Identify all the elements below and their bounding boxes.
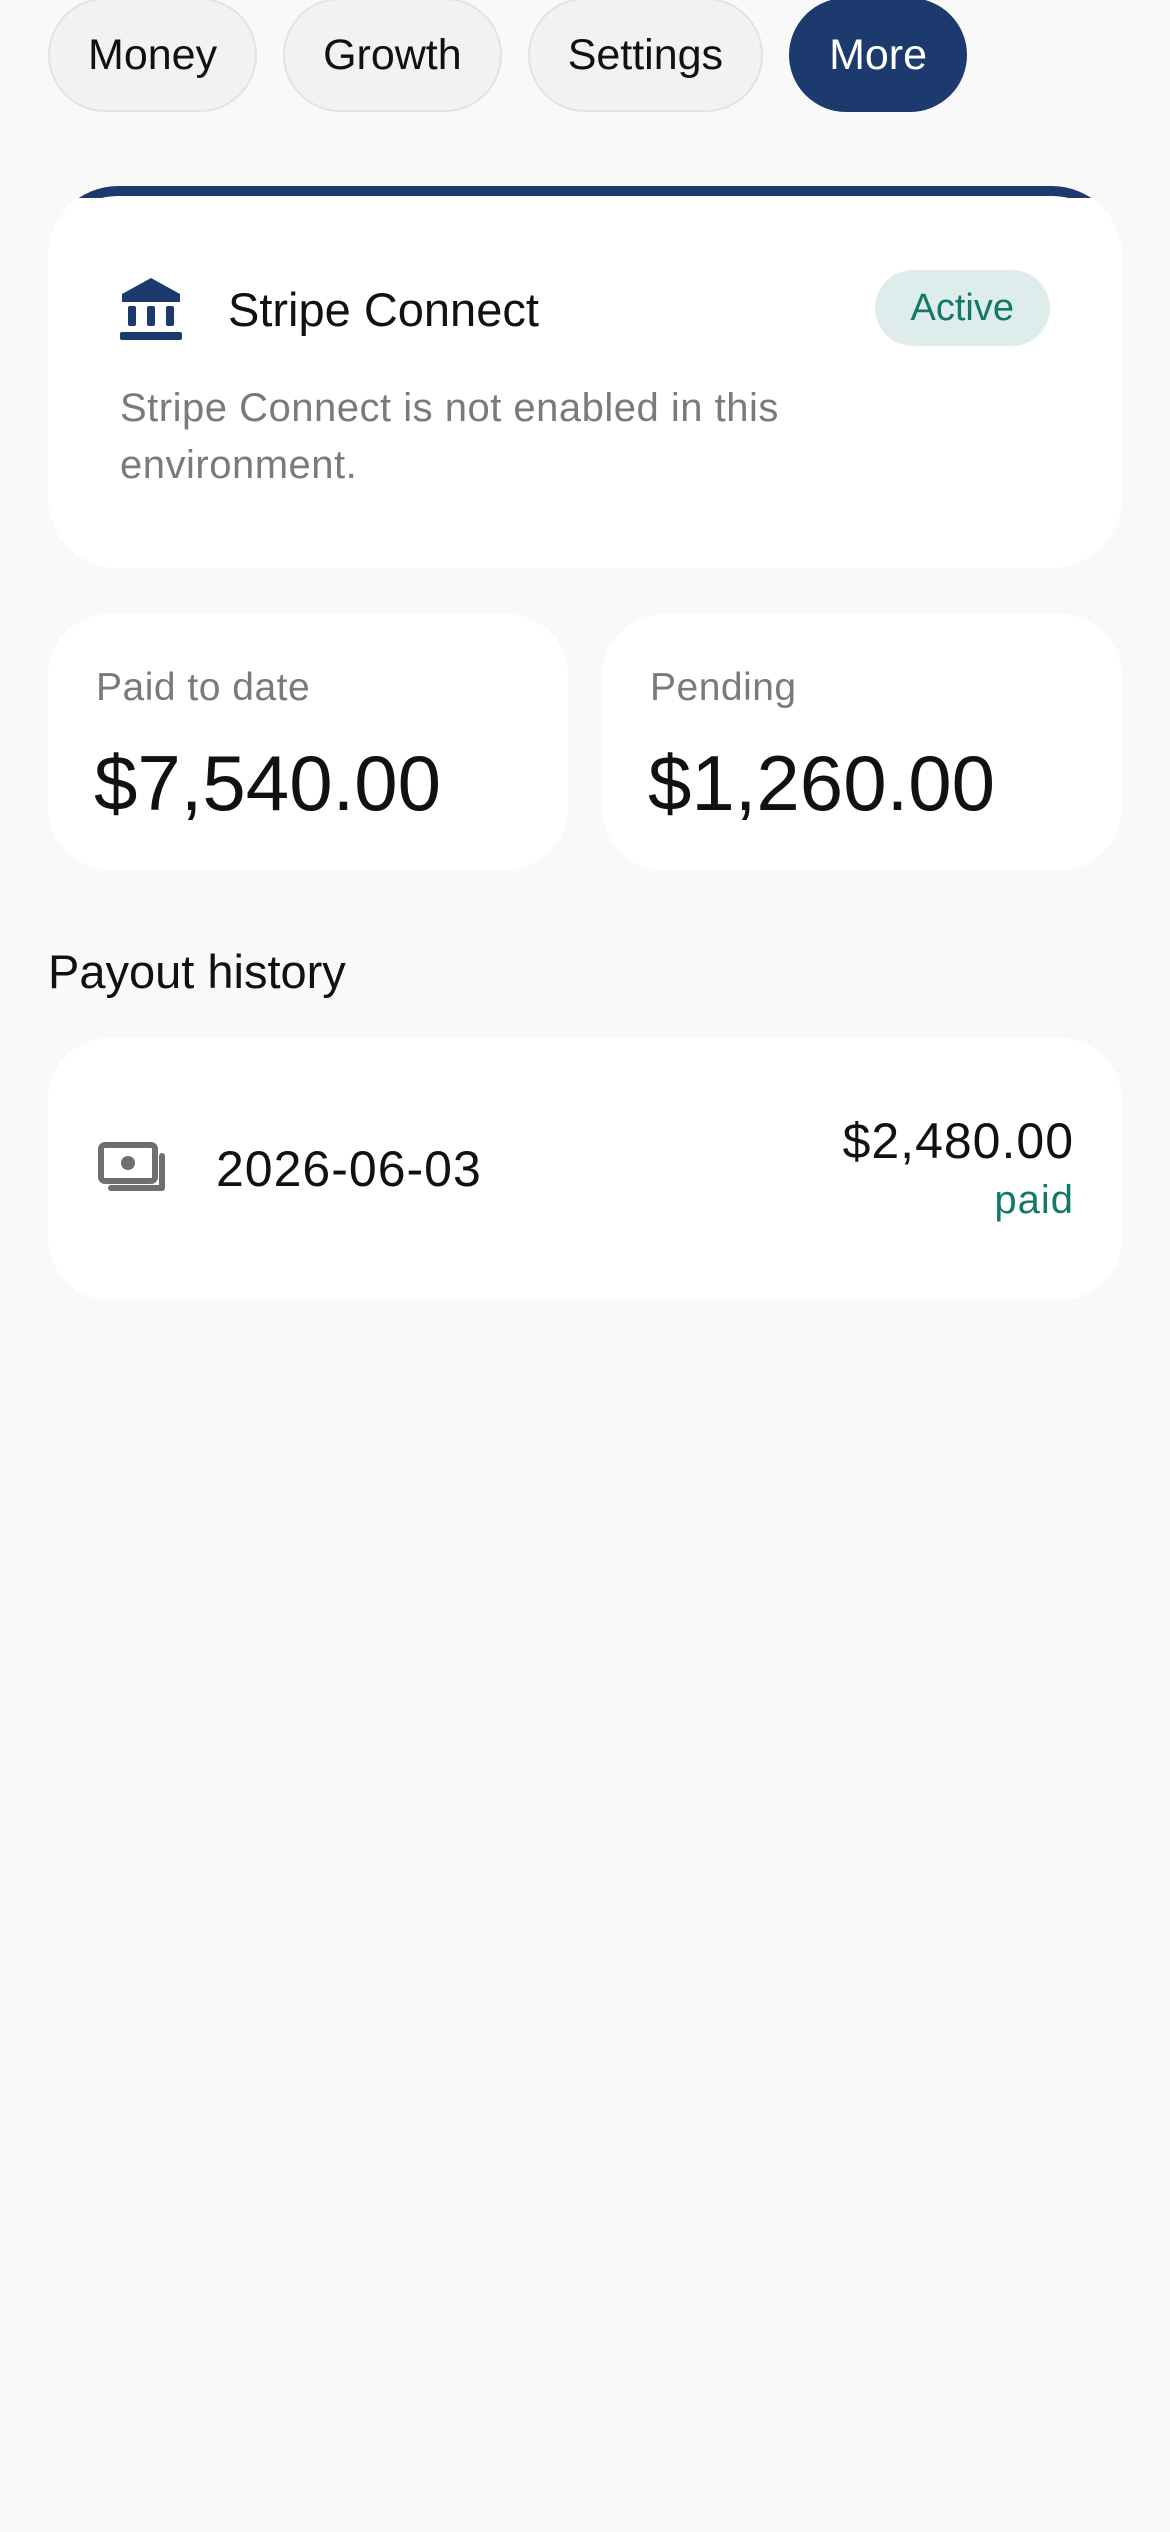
payout-date: 2026-06-03 bbox=[216, 1141, 482, 1197]
status-badge: Active bbox=[874, 270, 1050, 346]
payout-history-title: Payout history bbox=[48, 945, 346, 998]
pending-card: Pending $1,260.00 bbox=[602, 614, 1122, 870]
page: Money Growth Settings More Stripe Connec… bbox=[0, 0, 1170, 2532]
tab-bar: Money Growth Settings More bbox=[48, 0, 968, 112]
payout-row[interactable]: 2026-06-03 $2,480.00 paid bbox=[48, 1038, 1122, 1300]
tab-growth[interactable]: Growth bbox=[283, 0, 502, 112]
paid-to-date-label: Paid to date bbox=[96, 666, 311, 709]
tab-money[interactable]: Money bbox=[48, 0, 258, 112]
stripe-connect-description: Stripe Connect is not enabled in this en… bbox=[120, 386, 779, 487]
paid-to-date-value: $7,540.00 bbox=[94, 739, 442, 827]
tab-more[interactable]: More bbox=[789, 0, 968, 112]
pending-label: Pending bbox=[650, 666, 797, 709]
pending-value: $1,260.00 bbox=[648, 739, 996, 827]
tab-settings[interactable]: Settings bbox=[527, 0, 764, 112]
paid-to-date-card: Paid to date $7,540.00 bbox=[48, 614, 568, 870]
stripe-connect-title: Stripe Connect bbox=[228, 283, 539, 336]
payout-status: paid bbox=[994, 1178, 1074, 1222]
cash-icon bbox=[98, 1142, 165, 1191]
bank-icon bbox=[120, 278, 182, 340]
payout-amount: $2,480.00 bbox=[842, 1113, 1074, 1169]
stripe-connect-card: Stripe Connect Active Stripe Connect is … bbox=[48, 186, 1122, 568]
